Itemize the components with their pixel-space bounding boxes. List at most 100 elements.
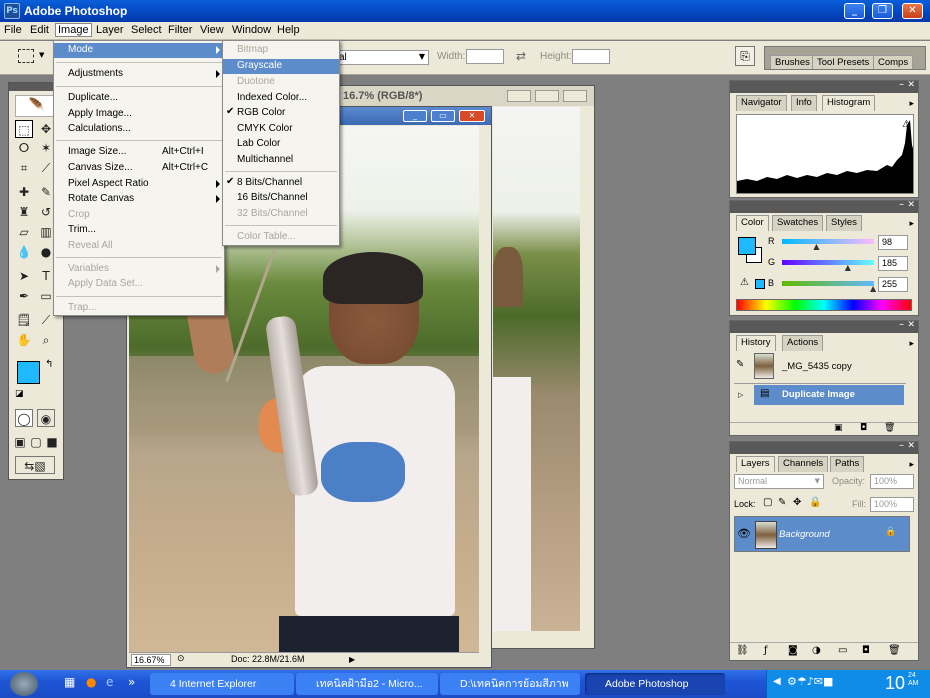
lock-all-icon[interactable]: 🔒 [809,497,821,508]
minimize-panel-icon[interactable]: – [899,319,904,330]
menu-window[interactable]: Window [232,24,271,36]
tab-history[interactable]: History [736,335,776,351]
doc-minimize-button[interactable] [507,90,531,102]
close-panel-icon[interactable]: ✕ [907,320,915,330]
tab-layers[interactable]: Layers [736,456,775,472]
delete-layer-icon[interactable]: 🗑 [888,645,901,656]
image-menu-item-rotate-canvas[interactable]: Rotate Canvas [54,192,224,207]
marquee-preset-icon[interactable] [18,49,34,63]
r-value[interactable]: 98 [878,235,908,250]
height-input[interactable] [572,49,610,64]
image-menu-item-duplicate[interactable]: Duplicate... [54,91,224,106]
minimize-panel-icon[interactable]: – [899,199,904,210]
tab-info[interactable]: Info [791,95,817,111]
image-menu-item-pixel-aspect-ratio[interactable]: Pixel Aspect Ratio [54,177,224,192]
doc-copy-close-button[interactable]: ✕ [459,110,485,122]
close-panel-icon[interactable]: ✕ [907,200,915,210]
dock-tab-comps[interactable]: Comps [873,55,914,69]
notes-icon[interactable]: 🗒 [15,311,33,329]
mode-menu-item-lab-color[interactable]: Lab Color [223,137,339,152]
tab-channels[interactable]: Channels [778,456,829,472]
warning-icon[interactable]: ⚠ [902,119,911,130]
quick-mask-icon[interactable]: ◉ [37,409,55,427]
fill-input[interactable]: 100% [870,497,914,512]
color-fg-swatch[interactable] [738,237,756,255]
screen-mode-full-icon[interactable]: ■ [45,433,59,451]
blur-icon[interactable]: 💧 [15,243,33,261]
doc-copy-minimize-button[interactable]: _ [403,110,427,122]
zoom-level[interactable]: 16.67% [131,654,171,666]
screen-mode-full-menu-icon[interactable]: ▢ [29,433,43,451]
adjustment-layer-icon[interactable]: ◑ [812,645,821,656]
tab-actions[interactable]: Actions [782,335,824,351]
color-ramp[interactable] [736,299,912,311]
r-slider-thumb[interactable]: ▲ [813,242,819,251]
image-menu-item-canvas-size[interactable]: Canvas Size... Alt+Ctrl+C [54,161,224,176]
layer-row-background[interactable]: 👁 Background 🔒 [734,516,910,552]
image-menu-item-mode[interactable]: Mode [54,43,224,58]
taskbar-item-word[interactable]: เทคนิคฝ้ามือ2 - Micro... [296,673,438,695]
g-value[interactable]: 185 [878,256,908,271]
g-slider-thumb[interactable]: ▲ [845,263,851,272]
style-dropdown[interactable]: al ▼ [335,50,429,65]
layer-mask-icon[interactable]: ◙ [788,645,798,656]
image-menu-item-trim[interactable]: Trim... [54,223,224,238]
minimize-button[interactable]: _ [844,3,865,19]
menu-view[interactable]: View [200,24,224,36]
tab-styles[interactable]: Styles [826,215,862,231]
foreground-color-swatch[interactable] [17,361,40,384]
photo-canvas-right[interactable] [493,107,580,631]
swap-icon[interactable]: ⇄ [516,49,526,63]
zoom-icon[interactable]: ⌕ [37,331,55,349]
gamut-color-icon[interactable] [755,279,765,289]
tab-histogram[interactable]: Histogram [822,95,876,111]
tab-color[interactable]: Color [736,215,769,231]
mode-menu-item-8-bits-channel[interactable]: ✔ 8 Bits/Channel [223,176,339,191]
width-input[interactable] [466,49,504,64]
chevron-down-icon[interactable]: ▼ [39,51,44,59]
start-button[interactable] [10,672,38,696]
b-slider[interactable] [782,281,874,286]
r-slider[interactable] [782,239,874,244]
tray-icons[interactable]: ⚙☂♪✉■ [787,675,833,688]
tab-swatches[interactable]: Swatches [772,215,824,231]
history-snapshot[interactable]: ✎ _MG_5435 copy [734,353,906,381]
panel-menu-icon[interactable]: ▸ [909,219,914,229]
close-panel-icon[interactable]: ✕ [907,80,915,90]
standard-mode-icon[interactable]: ◯ [15,409,33,427]
menu-image[interactable]: Image [55,23,92,37]
opacity-input[interactable]: 100% [870,474,914,489]
image-menu-item-image-size[interactable]: Image Size... Alt+Ctrl+I [54,145,224,160]
taskbar-item-explorer[interactable]: D:\เทคนิคการย้อมสีภาพ [440,673,580,695]
tray-chevron-icon[interactable]: ◀ [773,676,781,687]
mode-menu-item-rgb-color[interactable]: ✔ RGB Color [223,106,339,121]
gamut-warning-icon[interactable]: ⚠ [740,277,749,288]
minimize-panel-icon[interactable]: – [899,440,904,451]
image-menu-item-adjustments[interactable]: Adjustments [54,67,224,82]
taskbar-item-photoshop[interactable]: Adobe Photoshop [585,673,725,695]
show-desktop-icon[interactable]: ▦ [64,675,75,689]
lock-transparent-icon[interactable]: ▢ [763,497,772,508]
swap-colors-icon[interactable]: ↰ [45,359,53,370]
menu-filter[interactable]: Filter [168,24,192,36]
panel-menu-icon[interactable]: ▸ [909,339,914,349]
g-slider[interactable] [782,260,874,265]
taskbar-item-ie[interactable]: 4 Internet Explorer [150,673,294,695]
menu-select[interactable]: Select [131,24,162,36]
pen-icon[interactable]: ✒ [15,287,33,305]
mode-menu-item-grayscale[interactable]: Grayscale [223,59,339,74]
firefox-icon[interactable]: ● [86,675,96,689]
status-menu-arrow-icon[interactable]: ▶ [349,655,355,664]
lock-position-icon[interactable]: ✥ [793,497,801,508]
doc-copy-maximize-button[interactable]: ▭ [431,110,455,122]
eraser-icon[interactable]: ▱ [15,223,33,241]
image-menu-item-apply-image[interactable]: Apply Image... [54,107,224,122]
link-layers-icon[interactable]: ⛓ [736,645,749,656]
tab-navigator[interactable]: Navigator [736,95,787,111]
dock-tab-tool-presets[interactable]: Tool Presets [812,55,875,69]
clock-minutes[interactable]: 24 AM [908,672,919,688]
jump-to-imageready-icon[interactable]: ⇆▧ [15,456,55,474]
lock-image-icon[interactable]: ✎ [778,497,786,508]
crop-icon[interactable]: ⌗ [15,159,33,177]
doc-close-button[interactable] [563,90,587,102]
